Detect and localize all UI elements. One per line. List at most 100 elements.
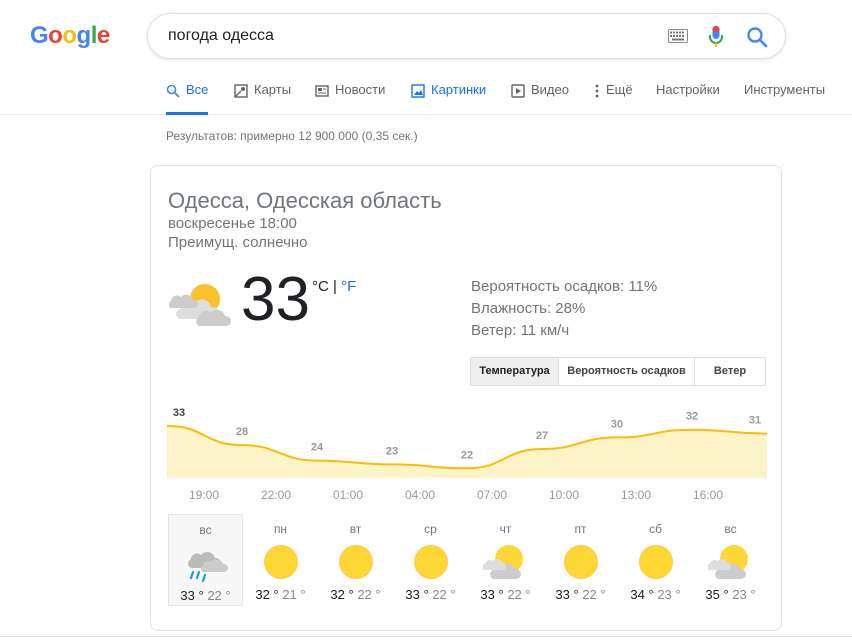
chart-data-label: 32: [686, 411, 698, 423]
search-tabs: Все Карты Новости Картинки Видео Ещё Нас…: [0, 70, 852, 115]
partly-cloudy-icon: [168, 284, 231, 326]
chart-data-label: 24: [311, 442, 324, 454]
chart-data-label: 28: [236, 426, 248, 438]
tab-settings[interactable]: Настройки: [656, 82, 720, 115]
hour-label: 04:00: [404, 488, 436, 502]
forecast-high: 35 °: [705, 587, 729, 602]
hour-label: 01:00: [332, 488, 364, 502]
unit-celsius[interactable]: °C: [312, 278, 329, 295]
forecast-temps: 33 ° 22 °: [543, 587, 618, 602]
hour-label: 16:00: [692, 488, 724, 502]
forecast-low: 22 °: [582, 587, 606, 602]
tab-label: Картинки: [431, 82, 487, 97]
tab-precipitation[interactable]: Вероятность осадков: [559, 358, 695, 385]
keyboard-icon[interactable]: [668, 29, 688, 43]
forecast-day-name: сб: [649, 522, 662, 536]
tab-video[interactable]: Видео: [511, 82, 569, 115]
hour-label: 13:00: [620, 488, 652, 502]
daily-forecast: вс 33 ° 22 ° пн 32 ° 21 ° вт 32 ° 22 ° ср 33 ° …: [168, 514, 768, 606]
forecast-day-name: чт: [499, 522, 512, 536]
tab-label: Новости: [335, 82, 386, 97]
forecast-high: 33 °: [555, 587, 579, 602]
forecast-day-name: вс: [724, 522, 737, 536]
forecast-day[interactable]: пт 33 ° 22 °: [543, 514, 618, 606]
weather-location: Одесса, Одесская область: [168, 188, 442, 213]
forecast-high: 34 °: [630, 587, 654, 602]
map-icon: [234, 84, 248, 98]
forecast-high: 33 °: [480, 587, 504, 602]
unit-toggle: °C | °F: [312, 278, 356, 295]
precip-chance: Вероятность осадков: 11%: [471, 278, 658, 295]
forecast-temps: 35 ° 23 °: [693, 587, 768, 602]
weather-condition: Преимущ. солнечно: [168, 234, 308, 251]
forecast-day-name: пт: [574, 522, 587, 536]
results-stats: Результатов: примерно 12 900 000 (0,35 с…: [166, 129, 418, 143]
mic-icon[interactable]: [708, 25, 724, 49]
sun-icon: [563, 545, 598, 579]
forecast-day-name: пн: [273, 522, 288, 536]
tab-maps[interactable]: Карты: [234, 82, 291, 115]
forecast-day[interactable]: ср 33 ° 22 °: [393, 514, 468, 606]
sun-icon: [413, 545, 448, 579]
hour-label: 22:00: [260, 488, 292, 502]
forecast-day[interactable]: вс 35 ° 23 °: [693, 514, 768, 606]
temperature-chart: 33 28 24 23 22 27 30 32 31: [167, 407, 767, 478]
forecast-day[interactable]: вт 32 ° 22 °: [318, 514, 393, 606]
search-input[interactable]: [168, 14, 648, 58]
tab-news[interactable]: Новости: [315, 82, 385, 115]
partly-cloudy-icon: [482, 545, 523, 579]
forecast-temps: 33 ° 22 °: [468, 587, 543, 602]
chart-data-label: 22: [461, 449, 473, 461]
partly-cloudy-icon: [707, 545, 748, 579]
sun-icon: [638, 545, 673, 579]
wind-speed: Ветер: 11 км/ч: [471, 322, 570, 339]
chart-data-label: 30: [611, 418, 623, 430]
forecast-day[interactable]: чт 33 ° 22 °: [468, 514, 543, 606]
forecast-low: 22 °: [432, 587, 456, 602]
forecast-temps: 33 ° 22 °: [169, 588, 242, 603]
forecast-day-name: ср: [424, 522, 437, 536]
forecast-temps: 33 ° 22 °: [393, 587, 468, 602]
weather-stats: Вероятность осадков: 11% Влажность: 28% …: [471, 276, 657, 342]
tab-temperature[interactable]: Температура: [471, 358, 559, 385]
google-logo[interactable]: Google: [30, 20, 126, 52]
forecast-low: 22 °: [207, 588, 231, 603]
hour-label: 19:00: [188, 488, 220, 502]
search-icon: [166, 84, 180, 98]
forecast-high: 33 °: [405, 587, 429, 602]
forecast-low: 23 °: [732, 587, 756, 602]
sun-icon: [338, 545, 373, 579]
chart-data-label: 33: [173, 407, 185, 419]
tab-images[interactable]: Картинки: [411, 82, 486, 115]
news-icon: [315, 85, 329, 97]
tab-wind[interactable]: Ветер: [695, 358, 765, 385]
chart-data-label: 23: [386, 445, 398, 457]
forecast-low: 22 °: [357, 587, 381, 602]
forecast-day-name: вт: [349, 522, 362, 536]
forecast-day-name: вс: [199, 523, 212, 537]
forecast-low: 21 °: [282, 587, 306, 602]
tab-all[interactable]: Все: [166, 82, 209, 115]
forecast-day[interactable]: сб 34 ° 23 °: [618, 514, 693, 606]
chart-mode-tabs: Температура Вероятность осадков Ветер: [470, 357, 766, 386]
forecast-day[interactable]: пн 32 ° 21 °: [243, 514, 318, 606]
unit-fahrenheit[interactable]: °F: [341, 278, 356, 295]
forecast-low: 22 °: [507, 587, 531, 602]
forecast-low: 23 °: [657, 587, 681, 602]
forecast-temps: 32 ° 22 °: [318, 587, 393, 602]
more-icon: [595, 84, 599, 98]
forecast-high: 33 °: [180, 588, 204, 603]
rain-cloud-icon: [187, 551, 228, 583]
current-temperature: 33: [241, 265, 310, 334]
tab-label: Инструменты: [744, 82, 826, 97]
hour-axis: 19:00 22:00 01:00 04:00 07:00 10:00 13:00 16:00: [168, 488, 768, 506]
tab-label: Все: [186, 82, 209, 97]
search-icon[interactable]: [746, 26, 768, 48]
chart-data-label: 27: [536, 430, 548, 442]
forecast-high: 32 °: [255, 587, 279, 602]
tab-tools[interactable]: Инструменты: [744, 82, 825, 115]
tab-label: Видео: [531, 82, 569, 97]
forecast-day[interactable]: вс 33 ° 22 °: [168, 514, 243, 606]
forecast-high: 32 °: [330, 587, 354, 602]
tab-more[interactable]: Ещё: [594, 82, 633, 115]
